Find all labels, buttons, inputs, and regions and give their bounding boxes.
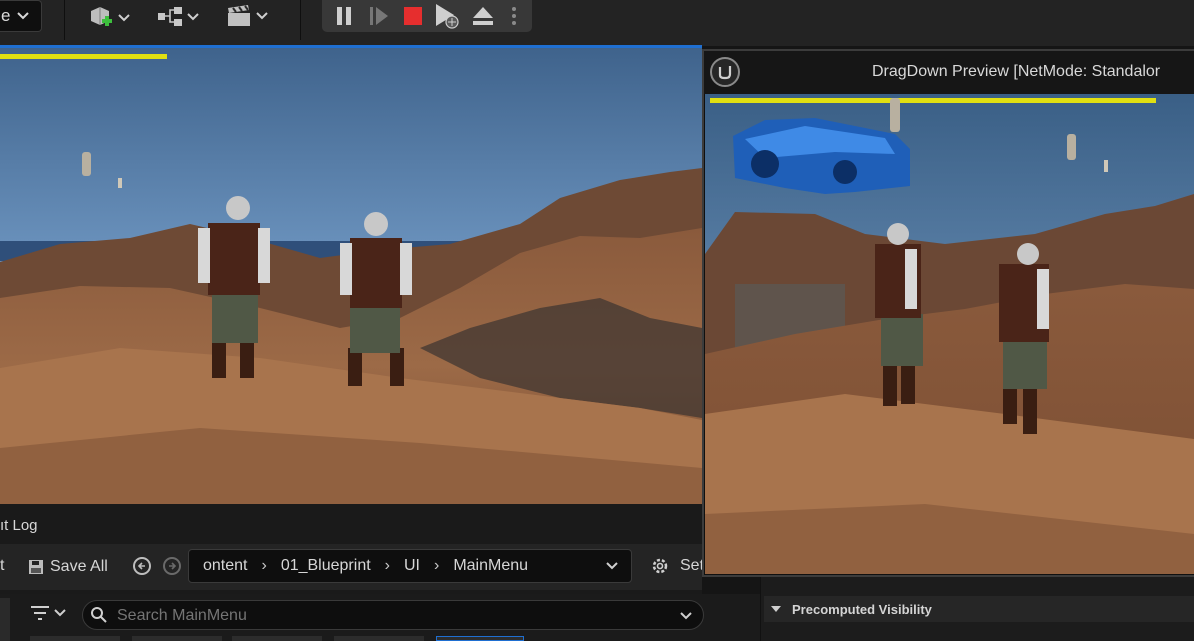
chevron-down-icon[interactable] (679, 611, 693, 621)
cinematics-button[interactable] (226, 4, 268, 28)
blueprint-icon (158, 7, 182, 26)
filter-button[interactable] (30, 605, 66, 621)
preview-title: DragDown Preview [NetMode: Standalor (872, 63, 1161, 80)
main-toolbar: e (0, 0, 1194, 46)
asset-tile-selected[interactable] (436, 636, 524, 641)
search-icon (91, 607, 107, 623)
unreal-logo-icon (710, 57, 740, 87)
breadcrumb-content[interactable]: ontent (203, 557, 247, 575)
forward-button[interactable] (163, 557, 181, 575)
breadcrumb-ui[interactable]: UI (404, 557, 420, 575)
possess-eject-button[interactable] (434, 4, 462, 29)
stop-icon (404, 7, 422, 25)
mode-dropdown[interactable]: e (0, 0, 42, 32)
import-button[interactable]: t (0, 557, 4, 575)
breadcrumb: ontent › 01_Blueprint › UI › MainMenu (188, 549, 632, 583)
add-actor-icon (91, 7, 112, 26)
settings-button[interactable]: Set (650, 556, 704, 576)
search-input[interactable] (115, 605, 659, 627)
chevron-down-icon (17, 12, 30, 20)
filter-icon (31, 606, 49, 620)
mode-label: e (1, 6, 11, 25)
gear-icon (652, 558, 668, 574)
chevron-right-icon: › (433, 557, 440, 574)
breadcrumb-01-blueprint[interactable]: 01_Blueprint (281, 557, 371, 575)
asset-tile[interactable] (232, 636, 322, 641)
game-scene (0, 48, 702, 504)
back-button[interactable] (133, 557, 151, 575)
precomputed-visibility-header[interactable]: Precomputed Visibility (764, 596, 1194, 622)
preview-viewport[interactable] (705, 94, 1194, 574)
possess-eject-icon (436, 4, 459, 29)
eject-icon (473, 7, 493, 25)
settings-label: Set (680, 557, 705, 574)
save-icon (29, 560, 43, 574)
chevron-down-icon (256, 12, 268, 20)
asset-tile[interactable] (30, 636, 120, 641)
skip-frame-button[interactable] (365, 4, 393, 28)
save-all-label: Save All (50, 558, 108, 575)
section-header-label: Precomputed Visibility (792, 601, 932, 617)
chevron-down-icon (54, 609, 66, 617)
level-viewport[interactable] (0, 48, 702, 504)
output-log-tab[interactable]: ıt Log (0, 517, 38, 534)
chevron-right-icon: › (261, 557, 267, 574)
preview-scene (705, 94, 1194, 574)
pause-button[interactable] (330, 4, 358, 28)
sources-toggle[interactable] (0, 598, 10, 641)
eject-button[interactable] (469, 4, 497, 28)
add-actor-button[interactable] (88, 5, 130, 31)
arrow-right-icon (169, 562, 177, 570)
breadcrumb-mainmenu[interactable]: MainMenu (453, 557, 528, 575)
chevron-right-icon: › (384, 557, 390, 574)
search-box (82, 600, 704, 630)
chevron-down-icon (118, 14, 130, 22)
blueprint-button[interactable] (157, 7, 199, 27)
skip-frame-icon (370, 7, 388, 25)
pause-icon (337, 7, 351, 25)
chevron-down-icon[interactable] (605, 561, 619, 571)
more-options-icon (512, 7, 516, 25)
arrow-left-icon (137, 562, 145, 570)
asset-tile[interactable] (132, 636, 222, 641)
chevron-down-icon (187, 13, 199, 21)
asset-tile[interactable] (334, 636, 424, 641)
play-controls (322, 0, 532, 32)
save-all-button[interactable]: Save All (28, 556, 108, 578)
more-options-button[interactable] (504, 4, 524, 28)
stop-button[interactable] (399, 4, 427, 28)
caret-down-icon (771, 606, 781, 612)
cinematics-icon (228, 5, 250, 26)
